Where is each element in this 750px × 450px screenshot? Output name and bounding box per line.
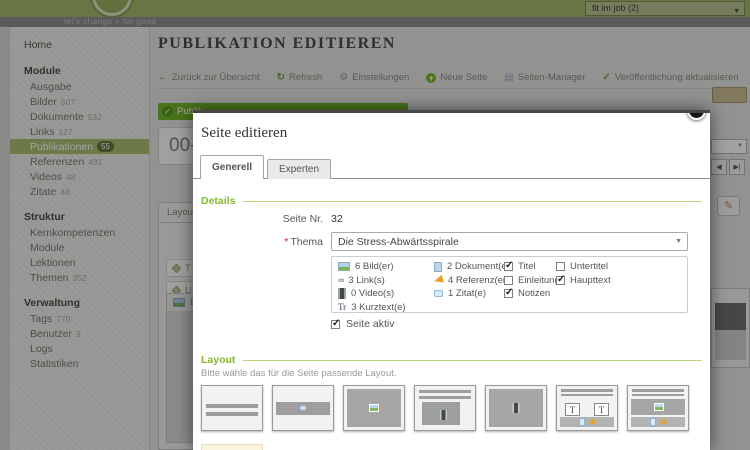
section-rule — [243, 200, 702, 202]
quote-bubble-icon — [299, 405, 307, 411]
selected-layout-highlight — [201, 444, 263, 450]
link-icon: ∞ — [338, 275, 345, 285]
thema-select-value: Die Stress-Abwärtsspirale — [338, 236, 459, 248]
document-icon — [434, 261, 442, 272]
close-icon[interactable]: ✕ — [687, 113, 706, 120]
count-videos: 0 Video(s) — [338, 288, 406, 299]
modal-tabs: Generell Experten — [200, 155, 332, 179]
layout-options: T T — [201, 385, 689, 431]
layout-option-text-rows[interactable] — [201, 385, 263, 431]
layout-section-header: Layout — [201, 354, 702, 366]
image-icon — [338, 262, 350, 271]
flag-einleitung: Einleitung — [504, 275, 560, 286]
film-icon — [338, 288, 346, 299]
edit-page-modal: ✕ Seite editieren Generell Experten Deta… — [193, 110, 710, 450]
count-dokumente: 2 Dokument(e) — [434, 261, 511, 272]
page-no-value: 32 — [331, 213, 343, 225]
section-rule — [243, 359, 702, 361]
text-icon: Tr — [338, 302, 347, 312]
chevron-down-icon: ▼ — [675, 238, 682, 245]
details-section-header: Details — [201, 195, 702, 207]
thema-label: * Thema — [284, 236, 323, 248]
app-window: fit im job (2) ▼ let's change » for good… — [0, 0, 750, 450]
flag-titel: Titel — [504, 260, 560, 272]
thema-select[interactable]: Die Stress-Abwärtsspirale ▼ — [331, 232, 688, 251]
megaphone-icon — [587, 418, 596, 426]
image-icon — [369, 404, 379, 412]
flag-notizen: Notizen — [504, 287, 560, 299]
layout-option-two-text-columns[interactable]: T T — [556, 385, 618, 431]
quote-bubble-icon — [434, 290, 443, 297]
seite-aktiv-row: Seite aktiv — [331, 318, 394, 330]
layout-option-video-boxed[interactable] — [414, 385, 476, 431]
megaphone-icon — [658, 418, 667, 426]
document-icon — [650, 418, 656, 426]
haupttext-checkbox[interactable] — [556, 274, 565, 285]
modal-title: Seite editieren — [201, 125, 288, 141]
layout-option-image-full[interactable] — [343, 385, 405, 431]
count-referenzen: 4 Referenz(en) — [432, 274, 511, 286]
required-mark: * — [284, 236, 289, 248]
megaphone-icon — [432, 274, 445, 286]
film-icon — [440, 410, 447, 420]
count-zitate: 1 Zitat(e) — [434, 288, 511, 299]
count-bilder: 6 Bild(er) — [338, 261, 406, 272]
page-contents-summary: 6 Bild(er) ∞ 3 Link(s) 0 Video(s) Tr 3 K… — [331, 256, 688, 313]
text-block: T — [565, 403, 580, 416]
layout-option-video-full[interactable] — [485, 385, 547, 431]
seite-aktiv-checkbox[interactable] — [331, 318, 340, 329]
tab-experten[interactable]: Experten — [267, 159, 332, 179]
untertitel-checkbox[interactable] — [556, 262, 565, 271]
layout-hint: Bitte wähle das für die Seite passende L… — [201, 368, 397, 379]
flag-untertitel: Untertitel — [556, 261, 611, 272]
document-icon — [579, 418, 585, 426]
notizen-checkbox[interactable] — [504, 287, 513, 298]
tab-generell[interactable]: Generell — [200, 155, 265, 179]
einleitung-checkbox[interactable] — [504, 275, 513, 285]
layout-option-quote[interactable] — [272, 385, 334, 431]
count-links: ∞ 3 Link(s) — [338, 274, 385, 286]
count-kurztexte: Tr 3 Kurztext(e) — [338, 301, 406, 313]
image-icon — [654, 403, 664, 411]
film-icon — [512, 403, 520, 413]
layout-option-image-with-assets[interactable] — [627, 385, 689, 431]
text-block: T — [594, 403, 609, 416]
flag-haupttext: Haupttext — [556, 274, 611, 286]
page-no-label: Seite Nr. — [282, 213, 323, 225]
titel-checkbox[interactable] — [504, 260, 513, 271]
